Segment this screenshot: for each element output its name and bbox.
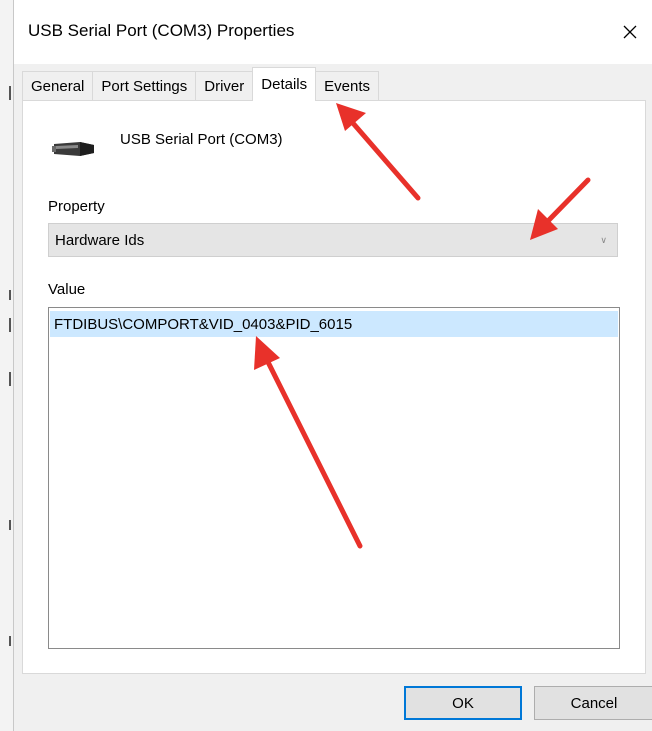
edge-mark [9,290,11,300]
edge-mark [9,520,11,530]
edge-mark [9,86,11,100]
property-label: Property [48,198,105,215]
value-label: Value [48,281,86,298]
tab-driver[interactable]: Driver [195,71,254,101]
edge-mark [9,318,11,332]
property-selected-value: Hardware Ids [55,231,145,249]
chevron-down-icon: ∨ [600,235,607,245]
cancel-button[interactable]: Cancel [534,686,652,720]
close-button[interactable] [608,10,652,54]
tab-details[interactable]: Details [252,67,317,101]
tab-events[interactable]: Events [315,71,379,101]
property-dropdown[interactable]: Hardware Ids ∨ [48,223,618,257]
tab-general[interactable]: General [22,71,94,101]
properties-dialog: USB Serial Port (COM3) Properties Genera… [14,0,652,731]
window-title: USB Serial Port (COM3) Properties [28,21,295,40]
edge-mark [9,636,11,646]
value-listbox[interactable]: FTDIBUS\COMPORT&VID_0403&PID_6015 [48,307,620,649]
list-item[interactable]: FTDIBUS\COMPORT&VID_0403&PID_6015 [50,311,618,337]
tab-port-settings[interactable]: Port Settings [92,71,197,101]
edge-mark [9,372,11,386]
close-icon [623,25,637,39]
device-name: USB Serial Port (COM3) [120,131,283,148]
background-window-edge [0,0,14,731]
tab-bar: General Port Settings Driver Details Eve… [22,67,379,101]
ok-button[interactable]: OK [404,686,522,720]
title-bar[interactable]: USB Serial Port (COM3) Properties [14,0,652,64]
serial-port-connector-icon [52,142,94,156]
